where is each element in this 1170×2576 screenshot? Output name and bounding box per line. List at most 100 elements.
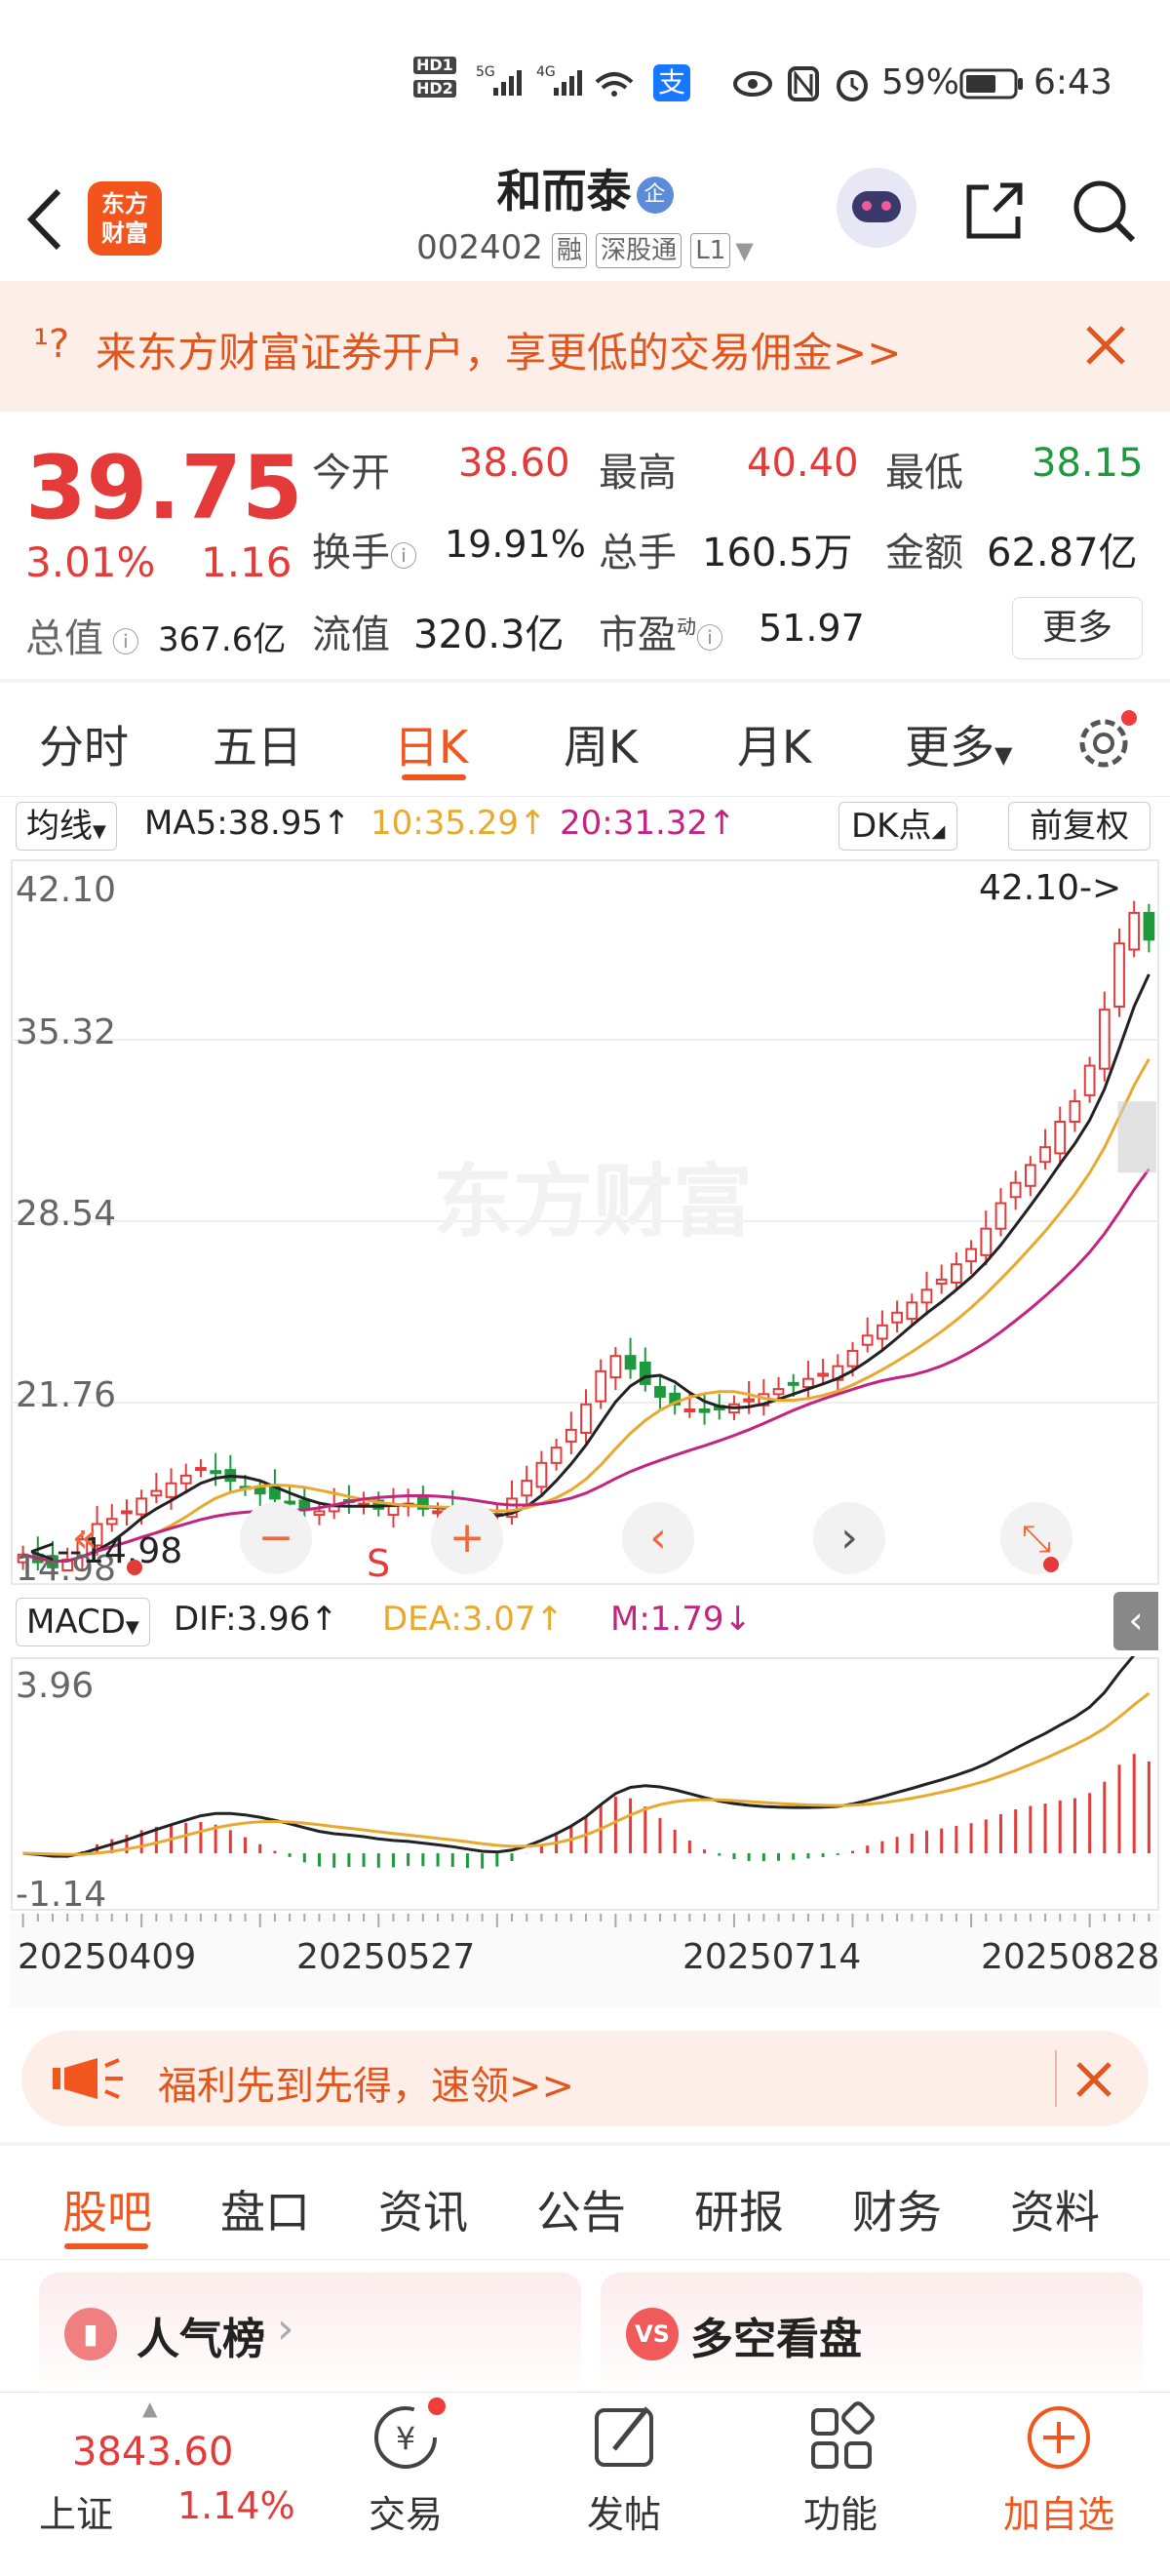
chevron-down-icon: ▼ bbox=[93, 821, 106, 842]
macd-chart[interactable]: 3.96 -1.14 bbox=[10, 1656, 1160, 1912]
candle-body bbox=[595, 1369, 607, 1403]
nav-post[interactable]: 发帖 bbox=[546, 2393, 702, 2538]
jump-first-button[interactable]: « bbox=[49, 1502, 121, 1574]
candle-body bbox=[387, 1505, 400, 1517]
active-tab-indicator bbox=[64, 2243, 148, 2249]
date-ticks bbox=[21, 1914, 1150, 1927]
candle-body bbox=[951, 1263, 962, 1285]
bottom-nav: ▲ 3843.60 上证 1.14% ¥ 交易 发帖 功能 加自选 bbox=[0, 2392, 1170, 2576]
candle-body bbox=[1083, 1064, 1096, 1096]
dk-point-button[interactable]: DK点◢ bbox=[838, 802, 958, 851]
tab-forum[interactable]: 股吧 bbox=[62, 2177, 152, 2241]
ma-selector[interactable]: 均线▼ bbox=[16, 802, 117, 851]
change-percent: 3.01% bbox=[25, 538, 156, 586]
ma20-value: 20:31.32↑ bbox=[560, 804, 736, 843]
current-price: 39.75 bbox=[25, 437, 303, 539]
signal-icons: 5G 4G bbox=[476, 64, 634, 97]
clock: 6:43 bbox=[1034, 62, 1112, 102]
high-value: 40.40 bbox=[747, 441, 859, 486]
tab-five-day[interactable]: 五日 bbox=[213, 712, 302, 776]
candle-body bbox=[165, 1482, 177, 1498]
tab-more[interactable]: 更多▼ bbox=[905, 712, 1012, 776]
svg-text:¥: ¥ bbox=[396, 2420, 415, 2457]
header: 东方 财富 和而泰 企 002402 融 深股通 L1 ▼ bbox=[0, 156, 1170, 282]
up-caret-icon: ▲ bbox=[142, 2397, 158, 2420]
info-tabs: 股吧 盘口 资讯 公告 研报 财务 资料 bbox=[0, 2146, 1170, 2260]
candle-body bbox=[772, 1388, 785, 1396]
index-ticker[interactable]: ▲ 3843.60 上证 1.14% bbox=[0, 2393, 312, 2576]
candle-body bbox=[1098, 1009, 1111, 1070]
banner-close-icon[interactable] bbox=[1082, 322, 1129, 369]
scroll-right-button[interactable]: › bbox=[813, 1502, 885, 1574]
tab-orderbook[interactable]: 盘口 bbox=[220, 2177, 310, 2241]
volume-value: 160.5万 bbox=[702, 531, 853, 575]
nav-add-watchlist[interactable]: 加自选 bbox=[981, 2393, 1137, 2538]
info-icon: ⓘ bbox=[103, 626, 139, 658]
high-label: 最高 bbox=[599, 451, 677, 495]
collapse-panel-button[interactable]: ‹ bbox=[1113, 1592, 1158, 1650]
tab-financials[interactable]: 财务 bbox=[852, 2177, 942, 2241]
candle-body bbox=[861, 1334, 874, 1346]
tab-news[interactable]: 资讯 bbox=[378, 2177, 468, 2241]
pe-superscript: 动 bbox=[677, 614, 696, 639]
promo-divider bbox=[1055, 2050, 1057, 2107]
tab-profile[interactable]: 资料 bbox=[1010, 2177, 1100, 2241]
ma-bar: 均线▼ MA5:38.95↑ 10:35.29↑ 20:31.32↑ DK点◢ … bbox=[0, 796, 1170, 856]
banner-text[interactable]: 来东方财富证券开户，享更低的交易佣金>> bbox=[96, 320, 901, 379]
tab-weekly-k[interactable]: 周K bbox=[564, 712, 638, 776]
popularity-card[interactable]: ▮ 人气榜 › bbox=[39, 2273, 581, 2399]
vs-icon: VS bbox=[626, 2308, 679, 2360]
index-change: 1.14% bbox=[177, 2484, 295, 2527]
tab-monthly-k[interactable]: 月K bbox=[737, 712, 811, 776]
candle-body bbox=[787, 1381, 800, 1386]
kline-chart-area[interactable]: 东方财富 42.10 35.32 28.54 21.76 14.98 42.10… bbox=[10, 858, 1160, 1586]
tab-daily-k[interactable]: 日K bbox=[394, 712, 468, 776]
tags-dropdown-icon[interactable]: ▼ bbox=[735, 237, 753, 264]
amount-label: 金额 bbox=[885, 531, 963, 575]
sim1-label: HD1 bbox=[413, 57, 456, 74]
turnover-value: 19.91% bbox=[445, 523, 586, 566]
account-open-banner[interactable]: ¹? 来东方财富证券开户，享更低的交易佣金>> bbox=[0, 281, 1170, 412]
tab-announcements[interactable]: 公告 bbox=[536, 2177, 626, 2241]
macd-chart-area[interactable]: 3.96 -1.14 bbox=[10, 1656, 1160, 1912]
robot-assistant-icon[interactable] bbox=[837, 168, 916, 248]
candle-body bbox=[1128, 911, 1141, 951]
scroll-left-button[interactable]: ‹ bbox=[622, 1502, 694, 1574]
ma5-value: MA5:38.95↑ bbox=[144, 804, 351, 843]
search-icon[interactable] bbox=[1069, 176, 1139, 246]
quote-panel: 39.75 3.01% 1.16 总值 ⓘ 367.6亿 今开 38.60 最高… bbox=[0, 412, 1170, 683]
share-icon[interactable] bbox=[959, 178, 1028, 246]
tab-intraday[interactable]: 分时 bbox=[39, 712, 129, 776]
chart-tabs: 分时 五日 日K 周K 月K 更多▼ bbox=[0, 683, 1170, 797]
chevron-right-icon: › bbox=[277, 2304, 294, 2354]
y-label-2: 35.32 bbox=[16, 1012, 116, 1052]
nav-functions[interactable]: 功能 bbox=[762, 2393, 918, 2538]
candle-body bbox=[580, 1403, 592, 1435]
ranking-icon: ▮ bbox=[64, 2308, 117, 2360]
pe-label: 市盈动ⓘ bbox=[599, 613, 724, 657]
index-name: 上证 bbox=[39, 2493, 114, 2536]
zoom-out-button[interactable]: − bbox=[240, 1502, 312, 1574]
macd-bar: MACD▼ DIF:3.96↑ DEA:3.07↑ M:1.79↓ ‹ bbox=[0, 1592, 1170, 1652]
tab-research[interactable]: 研报 bbox=[694, 2177, 784, 2241]
date-axis: 20250409 20250527 20250714 20250828 bbox=[10, 1914, 1160, 2007]
promo-banner[interactable]: 福利先到先得，速领>> bbox=[21, 2031, 1149, 2126]
change-amount: 1.16 bbox=[201, 538, 292, 586]
candle-body bbox=[743, 1398, 756, 1403]
bull-bear-title: 多空看盘 bbox=[690, 2315, 862, 2364]
mktcap-label: 总值 ⓘ bbox=[25, 616, 139, 661]
zoom-in-button[interactable]: + bbox=[431, 1502, 503, 1574]
bull-bear-card[interactable]: VS 多空看盘 bbox=[601, 2273, 1143, 2399]
candle-body bbox=[1024, 1164, 1036, 1187]
settings-gear-icon[interactable] bbox=[1072, 708, 1141, 773]
candle-body bbox=[195, 1467, 207, 1472]
volume-label: 总手 bbox=[599, 531, 677, 575]
promo-text[interactable]: 福利先到先得，速领>> bbox=[158, 2054, 574, 2111]
nav-trade[interactable]: ¥ 交易 bbox=[328, 2393, 484, 2538]
kline-chart[interactable]: 东方财富 42.10 35.32 28.54 21.76 14.98 42.10… bbox=[10, 858, 1160, 1586]
fullscreen-button[interactable]: ⤡ bbox=[1000, 1502, 1072, 1574]
adjust-button[interactable]: 前复权 bbox=[1008, 802, 1150, 851]
more-button[interactable]: 更多 bbox=[1012, 597, 1143, 659]
indicator-selector[interactable]: MACD▼ bbox=[16, 1598, 150, 1646]
promo-close-icon[interactable] bbox=[1072, 2058, 1115, 2101]
